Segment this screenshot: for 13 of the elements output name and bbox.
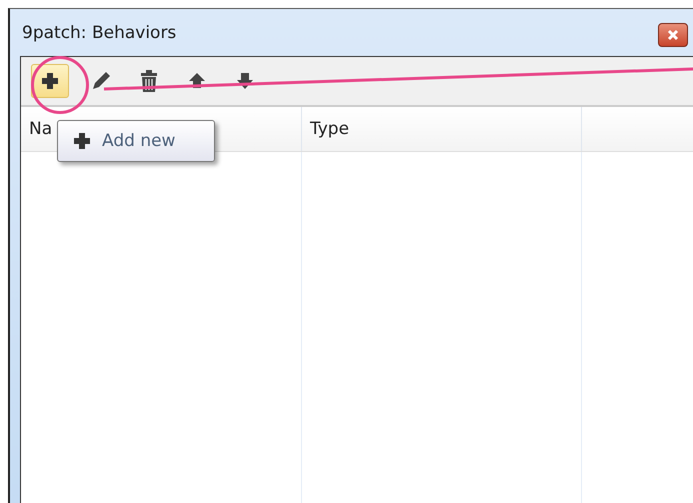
down-arrow-icon xyxy=(235,71,255,91)
toolbar-button[interactable] xyxy=(31,64,69,98)
plus-icon xyxy=(40,71,60,91)
tooltip-text: Add new xyxy=(102,131,176,151)
highlight-circle xyxy=(31,56,89,114)
plus-icon xyxy=(72,131,92,151)
column-header[interactable]: Type xyxy=(302,107,582,151)
close-button[interactable] xyxy=(658,23,688,47)
close-icon xyxy=(667,29,679,41)
up-arrow-icon xyxy=(187,71,207,91)
pencil-icon xyxy=(90,70,112,92)
trash-icon xyxy=(139,69,159,93)
window-title: 9patch: Behaviors xyxy=(22,22,176,42)
